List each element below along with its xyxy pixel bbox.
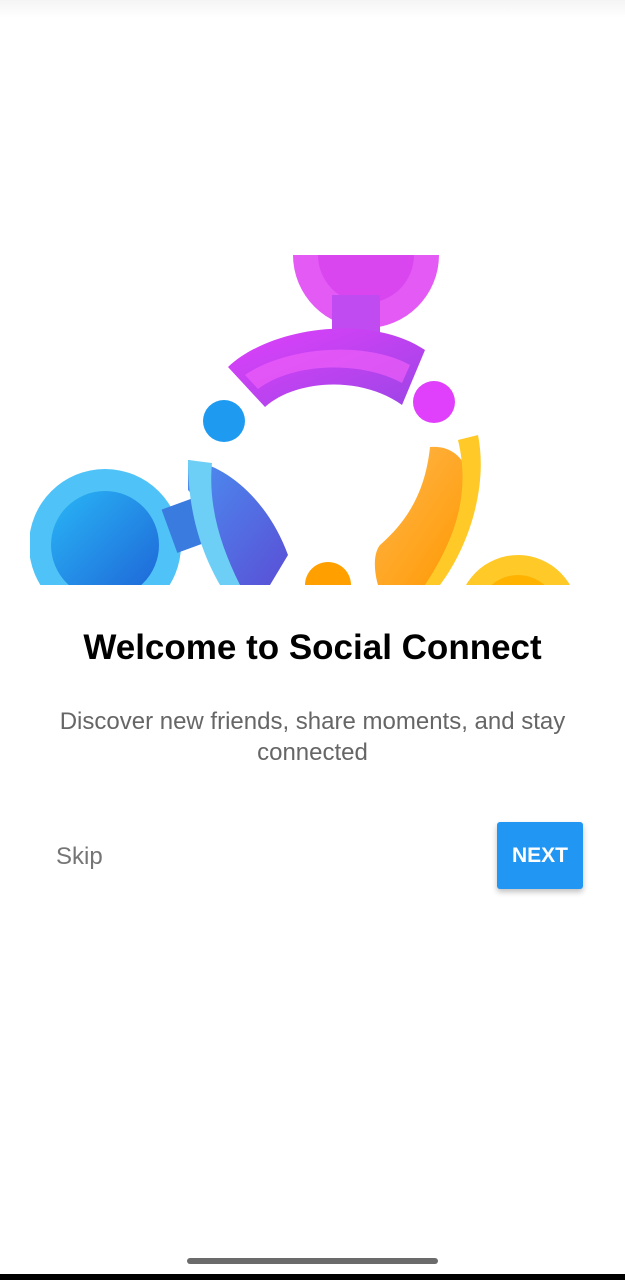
next-button[interactable]: NEXT xyxy=(497,822,583,889)
skip-button[interactable]: Skip xyxy=(40,830,119,884)
onboarding-screen: Welcome to Social Connect Discover new f… xyxy=(0,0,625,1280)
home-indicator[interactable] xyxy=(187,1258,438,1264)
page-subtitle: Discover new friends, share moments, and… xyxy=(59,708,566,766)
page-title: Welcome to Social Connect xyxy=(83,628,542,667)
status-bar-area xyxy=(0,0,625,18)
social-connect-logo-icon xyxy=(30,255,570,585)
bottom-edge xyxy=(0,1274,625,1280)
